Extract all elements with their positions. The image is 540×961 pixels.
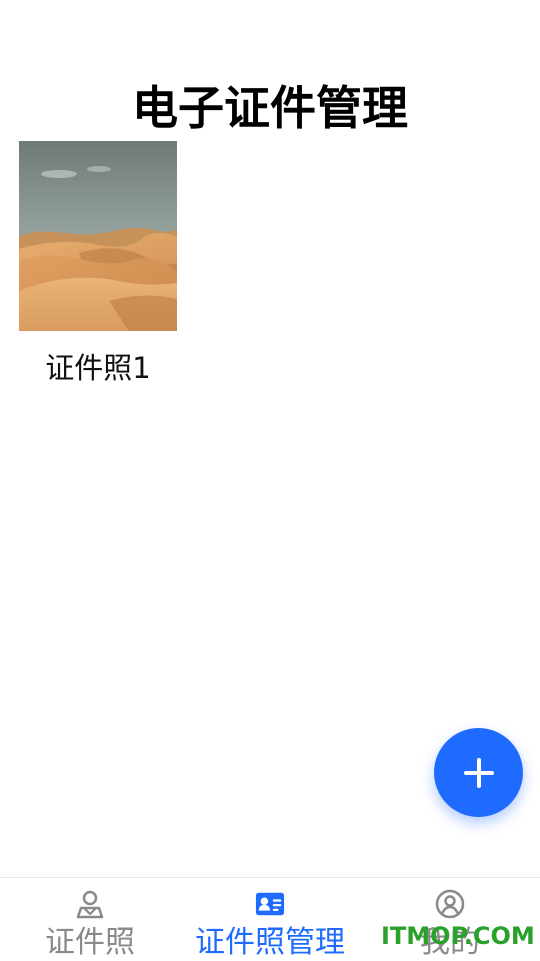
- user-circle-icon: [435, 889, 465, 919]
- tab-id-photo-label: 证件照: [45, 925, 135, 960]
- tab-id-photo-manage-label: 证件照管理: [195, 925, 345, 960]
- plus-icon: [463, 757, 494, 788]
- person-pin-icon: [75, 889, 105, 919]
- id-photo-thumbnail[interactable]: [19, 141, 177, 331]
- tab-id-photo[interactable]: 证件照: [0, 878, 180, 961]
- id-photo-card[interactable]: 证件照1: [19, 141, 177, 387]
- id-photo-label: 证件照1: [45, 351, 151, 385]
- page-title: 电子证件管理: [132, 81, 408, 135]
- tab-id-photo-manage[interactable]: 证件照管理: [180, 878, 360, 961]
- add-button[interactable]: [434, 728, 523, 817]
- id-card-icon: [255, 889, 285, 919]
- watermark-logo: ITMOP.COM: [381, 922, 535, 950]
